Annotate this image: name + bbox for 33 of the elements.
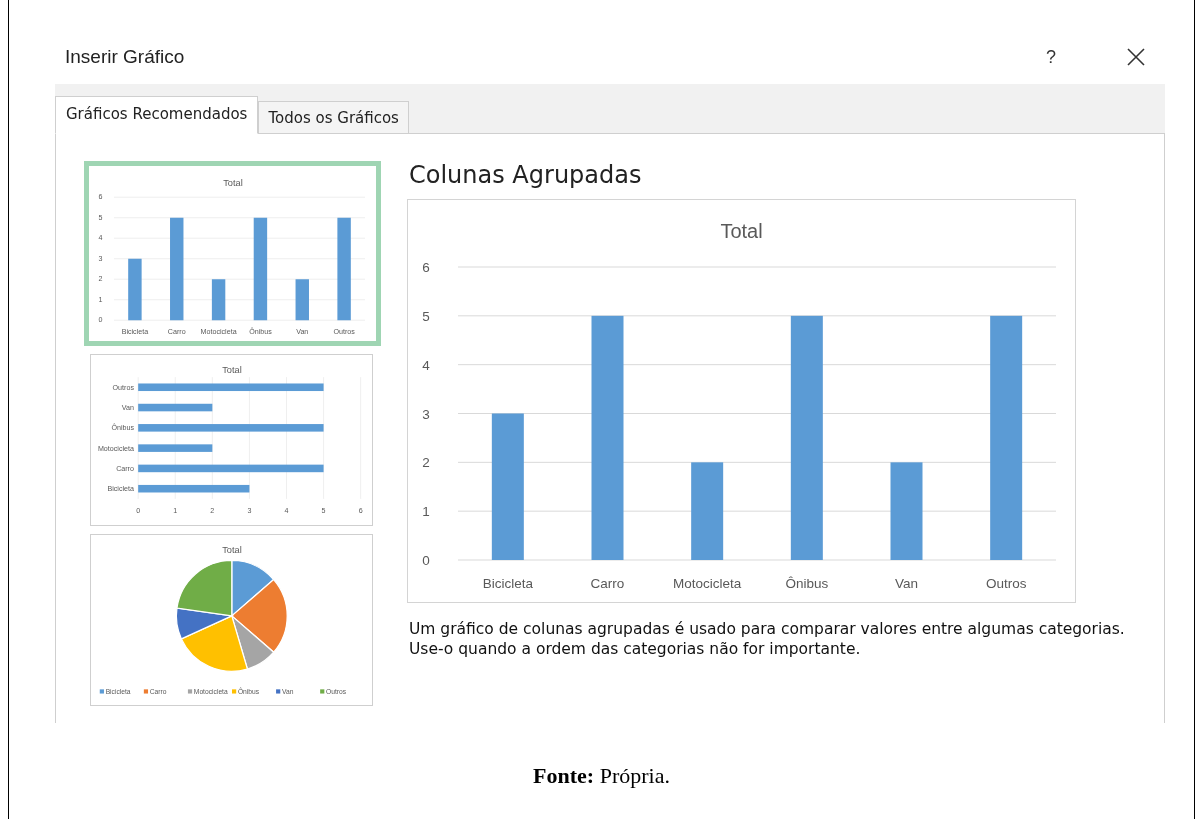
chart-bar <box>295 279 309 321</box>
legend-swatch <box>319 688 324 694</box>
help-button[interactable]: ? <box>1040 46 1062 68</box>
axis-tick-label: 3 <box>422 406 430 422</box>
chart-title: Total <box>720 220 763 242</box>
legend-swatch <box>187 688 192 694</box>
dialog-title: Inserir Gráfico <box>65 46 186 68</box>
axis-tick-label: 4 <box>422 357 430 373</box>
tab[interactable]: Gráficos Recomendados <box>55 96 259 134</box>
category-label: Carro <box>590 576 625 591</box>
axis-tick-label: 1 <box>422 504 430 520</box>
tab[interactable]: Todos os Gráficos <box>258 101 409 134</box>
legend-swatch <box>231 688 236 694</box>
category-label: Outros <box>985 576 1027 591</box>
axis-tick-label: 2 <box>422 455 430 471</box>
figure-caption: Fonte: Própria. <box>532 763 671 789</box>
category-label: Motocicleta <box>673 576 742 591</box>
chart-bar <box>127 258 142 321</box>
axis-tick-label: 6 <box>422 260 430 275</box>
axis-tick-label: 0 <box>422 553 430 568</box>
preview-title: Colunas Agrupadas <box>409 161 643 189</box>
legend-swatch <box>275 688 280 694</box>
legend-swatch <box>143 688 148 694</box>
axis-tick-label: 5 <box>422 308 430 324</box>
chart-bar <box>211 279 225 321</box>
chart-description: Um gráfico de colunas agrupadas é usado para comparar valores entre algumas categorias. Use-o quando a ordem das categorias não for importante. <box>409 619 1126 659</box>
chart-title: Total <box>221 544 242 555</box>
category-label: Ônibus <box>785 576 829 591</box>
chart-title: Total <box>222 177 243 188</box>
legend-swatch <box>99 688 104 694</box>
chart-title: Total <box>221 364 242 375</box>
category-label: Bicicleta <box>482 576 533 591</box>
category-label: Van <box>895 576 918 591</box>
